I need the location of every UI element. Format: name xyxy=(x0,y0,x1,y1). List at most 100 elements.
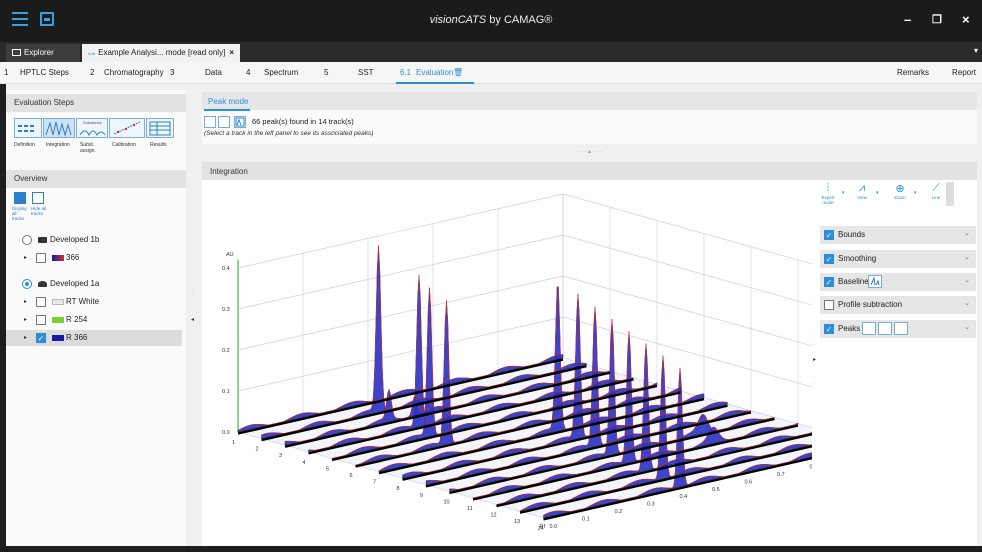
overview-buttons: Display all tracks Hide all tracks xyxy=(12,192,74,221)
expert-mode-tool[interactable]: ⫶ Expert mode ▾ xyxy=(816,182,844,205)
splitter-grip-icon[interactable]: · · · xyxy=(813,330,815,348)
substance-assign-step-icon[interactable]: Substance xyxy=(76,118,108,138)
tab-peak-mode[interactable]: Peak mode xyxy=(208,97,248,106)
view-dropdown-icon[interactable]: ▾ xyxy=(876,190,879,196)
plate-radio-selected[interactable] xyxy=(22,279,32,289)
track-checkbox-checked[interactable]: ✓ xyxy=(36,333,46,343)
expert-mode-label: Expert mode xyxy=(821,195,835,205)
peak-count-text: 66 peak(s) found in 14 track(s) xyxy=(252,117,354,126)
tab-overflow-chevron-icon[interactable]: ▾ xyxy=(974,46,978,55)
minimize-button[interactable]: – xyxy=(904,12,911,27)
step-data[interactable]: Data xyxy=(205,68,222,77)
plate-row-developed-1a[interactable]: Developed 1a xyxy=(6,276,182,292)
integration-step-icon[interactable] xyxy=(43,118,75,138)
peak-table-icon[interactable] xyxy=(234,116,246,128)
splitter-grip-icon[interactable]: · · · xyxy=(192,289,194,303)
integration-3d-chart[interactable]: 0.00.10.20.30.4AU0.00.10.20.30.4AU123456… xyxy=(202,180,812,546)
track-checkbox[interactable] xyxy=(36,315,46,325)
option-peaks[interactable]: ✓ Peaks ⌄ xyxy=(820,320,976,338)
track-number-label: 13 xyxy=(514,519,520,525)
collapse-right-arrow-icon[interactable]: ▸ xyxy=(813,356,816,363)
left-splitter[interactable]: · · · ◂ xyxy=(186,90,200,546)
chevron-down-icon[interactable]: ⌄ xyxy=(964,229,970,237)
option-smoothing[interactable]: ✓ Smoothing ⌄ xyxy=(820,250,976,268)
track-checkbox[interactable] xyxy=(36,253,46,263)
calibration-step-icon[interactable] xyxy=(109,118,145,138)
splitter-grip-icon-2[interactable]: · · · xyxy=(813,374,815,392)
restore-button[interactable]: ❐ xyxy=(932,13,942,26)
track-row-rt-white[interactable]: ▸ RT White xyxy=(6,294,182,310)
rf-tick-label: 0.2 xyxy=(615,509,623,515)
chart-grid xyxy=(237,193,812,519)
hide-all-tracks-icon[interactable] xyxy=(32,192,44,204)
expand-caret-icon[interactable]: ▸ xyxy=(24,312,27,328)
step-sst[interactable]: SST xyxy=(358,68,374,77)
zoom-tool[interactable]: ⊕ Zoom ▾ xyxy=(888,182,916,200)
peaks-button-2[interactable] xyxy=(878,322,892,335)
track-number-label: 11 xyxy=(467,506,473,512)
horizontal-splitter[interactable]: · · · ▴ · · · xyxy=(202,148,977,158)
line-tool[interactable]: ⟋ Line xyxy=(924,182,948,200)
profile-subtraction-checkbox[interactable] xyxy=(824,300,834,310)
display-all-tracks-icon[interactable] xyxy=(14,192,26,204)
peak-mode-button-1[interactable] xyxy=(204,116,216,128)
plate-row-developed-1b[interactable]: Developed 1b xyxy=(6,232,182,248)
track-number-label: 2 xyxy=(256,447,259,453)
substance-tag: Substance xyxy=(83,120,102,125)
track-number-label: 12 xyxy=(491,513,497,519)
step-1-number: 1 xyxy=(4,68,9,77)
expand-caret-icon[interactable]: ▸ xyxy=(24,330,27,346)
chevron-down-icon[interactable]: ⌄ xyxy=(964,299,970,307)
plate-name: Developed 1a xyxy=(50,279,100,288)
evaluation-steps-strip: Substance xyxy=(14,118,184,140)
step-evaluation[interactable]: Evaluation xyxy=(416,68,453,77)
step-hptlc-steps[interactable]: HPTLC Steps xyxy=(20,68,69,77)
close-tab-icon[interactable]: × xyxy=(229,44,234,62)
baseline-settings-icon[interactable] xyxy=(868,275,882,288)
trash-icon[interactable]: 🗑 xyxy=(453,68,463,77)
option-bounds[interactable]: ✓ Bounds ⌄ xyxy=(820,226,976,244)
toolbar-overflow-chevron-icon[interactable] xyxy=(946,182,954,206)
step-spectrum[interactable]: Spectrum xyxy=(264,68,298,77)
results-step-icon[interactable] xyxy=(146,118,174,138)
tab-example-analysis[interactable]: A48 Example Analysi... mode [read only] × xyxy=(82,44,240,62)
option-baseline[interactable]: ✓ Baseline ⌄ xyxy=(820,273,976,291)
peaks-button-1[interactable] xyxy=(862,322,876,335)
chevron-down-icon[interactable]: ⌄ xyxy=(964,253,970,261)
view-icon: ⩘ xyxy=(858,182,866,194)
view-tool[interactable]: ⩘ View ▾ xyxy=(850,182,878,200)
smoothing-checkbox[interactable]: ✓ xyxy=(824,254,834,264)
step-chromatography[interactable]: Chromatography xyxy=(104,68,164,77)
right-splitter[interactable]: · · · ▸ · · · xyxy=(812,330,820,400)
peak-mode-button-2[interactable] xyxy=(218,116,230,128)
chevron-down-icon[interactable]: ⌄ xyxy=(964,276,970,284)
tab-explorer[interactable]: Explorer xyxy=(6,44,80,62)
plate-icon xyxy=(38,237,47,243)
option-profile-subtraction[interactable]: Profile subtraction ⌄ xyxy=(820,296,976,314)
track-checkbox[interactable] xyxy=(36,297,46,307)
line-icon: ⟋ xyxy=(932,182,940,194)
track-row-r254[interactable]: ▸ R 254 xyxy=(6,312,182,328)
bounds-checkbox[interactable]: ✓ xyxy=(824,230,834,240)
track-row-366[interactable]: ▸ 366 xyxy=(6,250,182,266)
zoom-dropdown-icon[interactable]: ▾ xyxy=(914,190,917,196)
track-row-r366[interactable]: ▸ ✓ R 366 xyxy=(6,330,182,346)
plate-radio[interactable] xyxy=(22,235,32,245)
peaks-button-3[interactable] xyxy=(894,322,908,335)
step-5-number: 5 xyxy=(324,68,329,77)
baseline-checkbox[interactable]: ✓ xyxy=(824,277,834,287)
gridline xyxy=(237,193,812,269)
chevron-down-icon[interactable]: ⌄ xyxy=(964,323,970,331)
expand-caret-icon[interactable]: ▸ xyxy=(24,294,27,310)
rf-tick-label: 0.3 xyxy=(647,502,655,508)
expert-dropdown-icon[interactable]: ▾ xyxy=(842,190,845,196)
expand-caret-icon[interactable]: ▸ xyxy=(24,250,27,266)
definition-step-icon[interactable] xyxy=(14,118,42,138)
peaks-checkbox[interactable]: ✓ xyxy=(824,324,834,334)
close-window-button[interactable]: × xyxy=(962,12,970,27)
bounds-label: Bounds xyxy=(838,230,866,239)
remarks-link[interactable]: Remarks xyxy=(897,68,929,77)
collapse-left-arrow-icon[interactable]: ◂ xyxy=(191,316,194,323)
rf-tick-label: 0.0 xyxy=(550,524,558,530)
report-link[interactable]: Report xyxy=(952,68,976,77)
